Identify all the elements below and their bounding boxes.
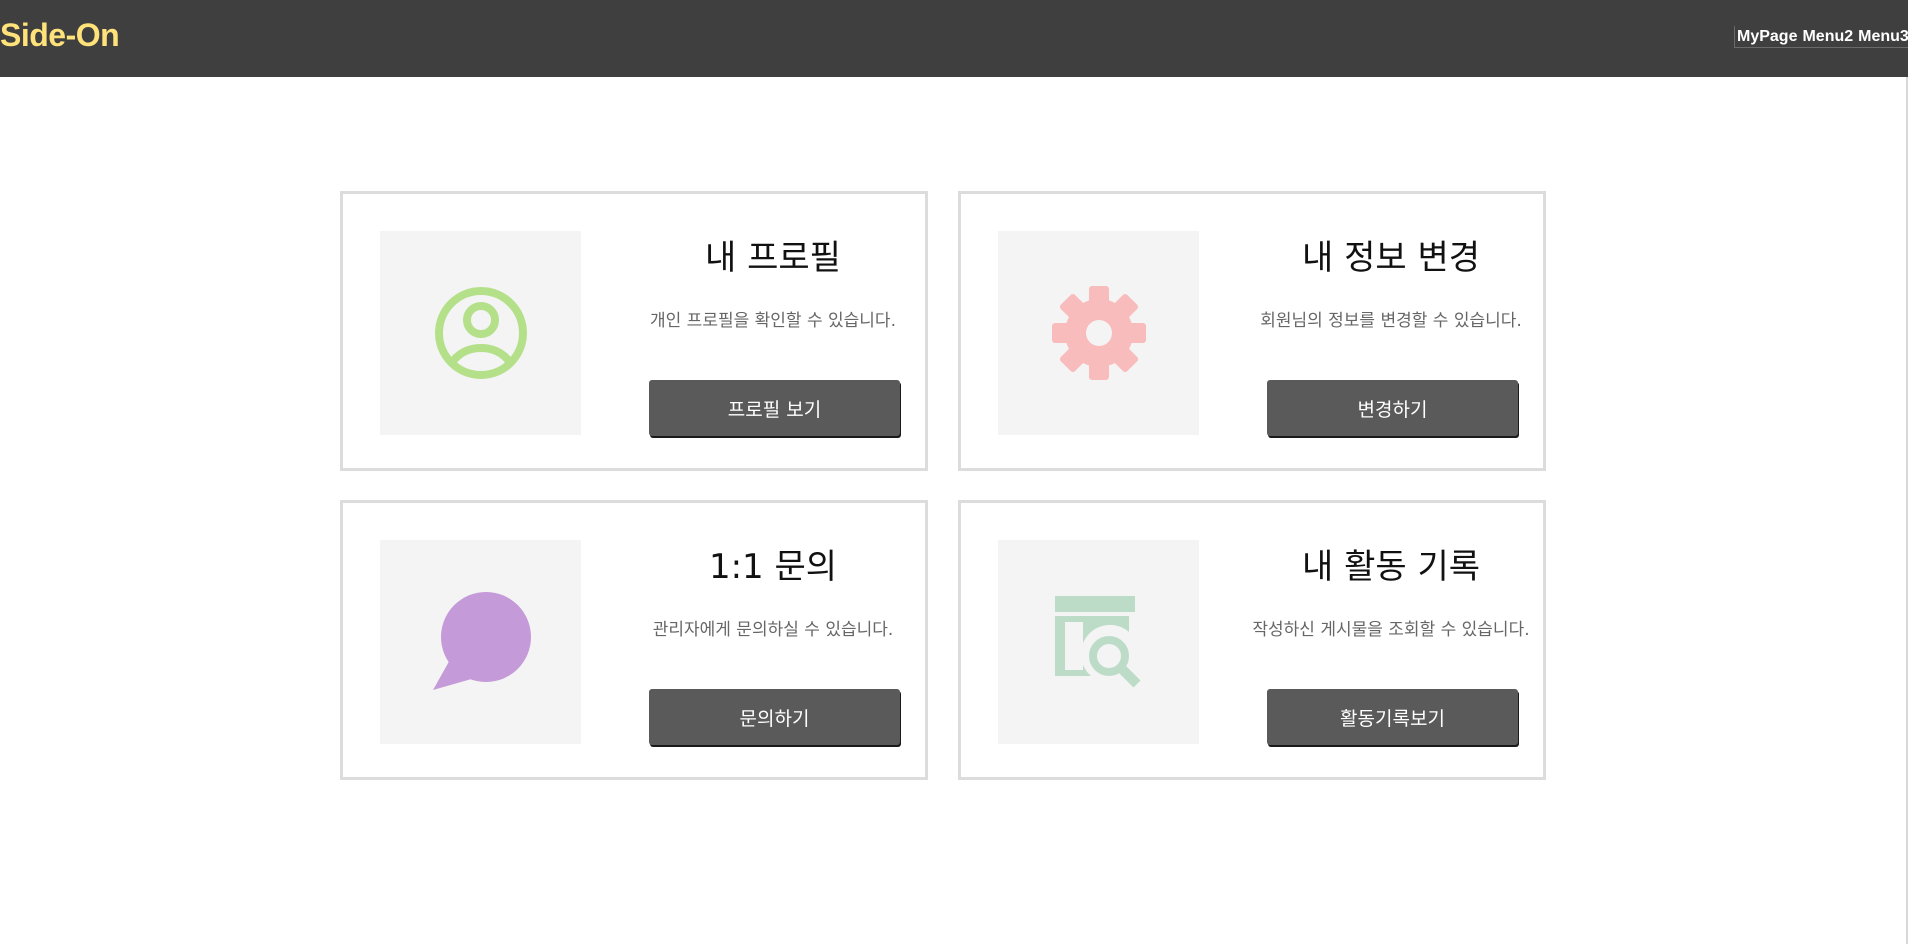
card-title: 1:1 문의 xyxy=(708,547,838,587)
top-navbar: Side-On MyPage Menu2 Menu3 xyxy=(0,0,1908,77)
user-circle-icon xyxy=(434,287,527,379)
activity-card: 내 활동 기록 작성하신 게시물을 조회할 수 있습니다. 활동기록보기 xyxy=(958,500,1546,780)
card-description: 관리자에게 문의하실 수 있습니다. xyxy=(652,620,894,640)
inquiry-icon-box xyxy=(380,540,581,744)
document-search-icon xyxy=(1054,596,1141,688)
profile-icon-box xyxy=(380,231,581,435)
view-profile-button[interactable]: 프로필 보기 xyxy=(649,380,900,436)
card-title: 내 정보 변경 xyxy=(1301,238,1480,278)
chat-bubble-icon xyxy=(432,592,531,690)
site-logo[interactable]: Side-On xyxy=(0,17,120,54)
card-description: 회원님의 정보를 변경할 수 있습니다. xyxy=(1260,311,1522,331)
card-title: 내 활동 기록 xyxy=(1301,547,1480,587)
card-description: 개인 프로필을 확인할 수 있습니다. xyxy=(650,311,896,331)
change-info-icon-box xyxy=(998,231,1199,435)
nav-item-menu2[interactable]: Menu2 xyxy=(1802,28,1853,46)
change-info-button[interactable]: 변경하기 xyxy=(1267,380,1518,436)
profile-card: 내 프로필 개인 프로필을 확인할 수 있습니다. 프로필 보기 xyxy=(340,191,928,471)
card-description: 작성하신 게시물을 조회할 수 있습니다. xyxy=(1252,620,1530,640)
inquiry-card: 1:1 문의 관리자에게 문의하실 수 있습니다. 문의하기 xyxy=(340,500,928,780)
card-title: 내 프로필 xyxy=(705,238,841,278)
gear-icon xyxy=(1051,286,1146,380)
change-info-card: 내 정보 변경 회원님의 정보를 변경할 수 있습니다. 변경하기 xyxy=(958,191,1546,471)
activity-icon-box xyxy=(998,540,1199,744)
main-nav: MyPage Menu2 Menu3 xyxy=(1734,26,1908,48)
view-activity-button[interactable]: 활동기록보기 xyxy=(1267,689,1518,745)
nav-item-menu3[interactable]: Menu3 xyxy=(1858,28,1908,46)
inquiry-button[interactable]: 문의하기 xyxy=(649,689,900,745)
nav-item-mypage[interactable]: MyPage xyxy=(1737,28,1797,46)
